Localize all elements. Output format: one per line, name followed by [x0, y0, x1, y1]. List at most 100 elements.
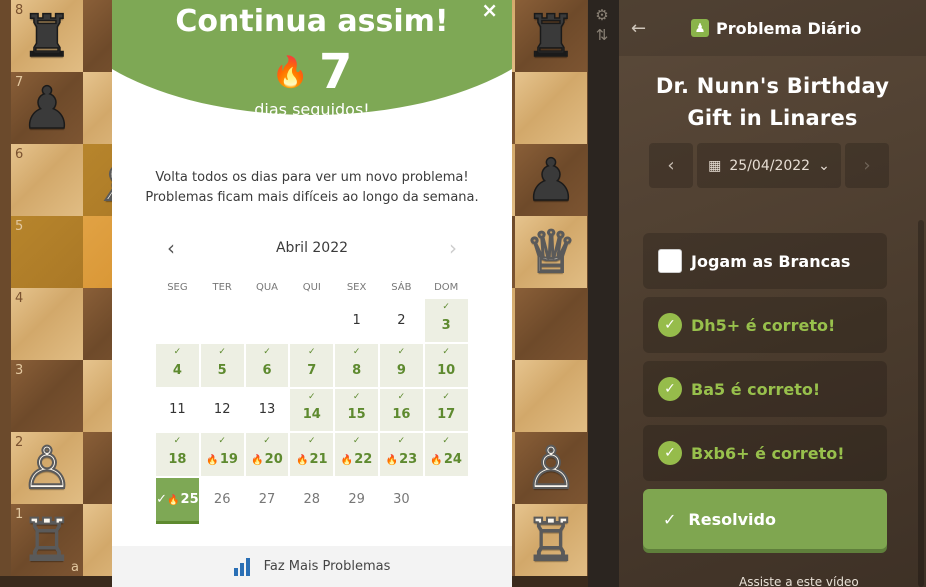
- black-piece-a8[interactable]: ♜: [20, 6, 74, 66]
- calendar-day[interactable]: 27: [246, 478, 289, 521]
- calendar-day[interactable]: ✓ 8: [335, 343, 378, 387]
- calendar-day[interactable]: ✓ 🔥21: [290, 433, 334, 477]
- square-h1[interactable]: ♖: [515, 504, 587, 576]
- board-edge: [587, 288, 588, 360]
- calendar-day[interactable]: 26: [201, 478, 244, 521]
- calendar-day[interactable]: 13: [246, 389, 289, 432]
- calendar-day[interactable]: 29: [335, 478, 378, 521]
- flame-icon: 🔥: [385, 455, 399, 467]
- calendar-empty: [290, 299, 333, 342]
- white-piece-a1[interactable]: ♖: [20, 510, 74, 570]
- calendar-day[interactable]: 11: [156, 389, 199, 432]
- description-line1: Volta todos os dias para ver um novo pro…: [155, 170, 469, 185]
- calendar-day[interactable]: ✓ 🔥20: [245, 433, 289, 477]
- calendar-day[interactable]: 1: [335, 299, 378, 342]
- flame-icon: 🔥: [430, 455, 443, 467]
- day-number-text: 3: [441, 317, 451, 333]
- calendar-day[interactable]: ✓ 9: [379, 343, 423, 387]
- square-a6[interactable]: 6: [11, 144, 83, 216]
- board-edge: [587, 432, 588, 504]
- white-piece-a2[interactable]: ♙: [20, 438, 74, 498]
- calendar-day[interactable]: ✓ 7: [290, 343, 334, 387]
- white-piece-h1[interactable]: ♖: [524, 510, 578, 570]
- square-h5[interactable]: ♕: [515, 216, 587, 288]
- calendar-day[interactable]: ✓ 14: [290, 388, 334, 432]
- arrow-left-icon[interactable]: ←: [631, 18, 661, 39]
- day-number-text: 21: [309, 452, 328, 468]
- black-piece-h6[interactable]: ♟: [524, 150, 578, 210]
- black-piece-h8[interactable]: ♜: [524, 6, 578, 66]
- white-piece-h2[interactable]: ♙: [524, 438, 578, 498]
- square-a2[interactable]: 2 ♙: [11, 432, 83, 504]
- previous-month-icon[interactable]: ‹: [167, 236, 175, 260]
- settings-icon[interactable]: ⚙: [595, 6, 608, 24]
- calendar-day[interactable]: ✓ 🔥22: [335, 433, 378, 477]
- flame-icon: 🔥: [167, 495, 180, 507]
- square-a8[interactable]: 8 ♜: [11, 0, 83, 72]
- calendar-day[interactable]: ✓ 🔥24: [424, 433, 468, 477]
- calendar-day[interactable]: ✓ 15: [335, 388, 378, 432]
- chevron-right-icon: ›: [863, 155, 871, 176]
- board-tools: ⚙ ⇅: [592, 6, 612, 44]
- square-h4[interactable]: [515, 288, 587, 360]
- square-h8[interactable]: ♜: [515, 0, 587, 72]
- more-puzzles-button[interactable]: Faz Mais Problemas: [112, 546, 512, 587]
- calendar-day[interactable]: ✓ 🔥23: [379, 433, 423, 477]
- check-icon: ✓: [352, 346, 361, 357]
- day-number: 10: [437, 363, 455, 378]
- flip-board-icon[interactable]: ⇅: [596, 26, 609, 44]
- square-h3[interactable]: [515, 360, 587, 432]
- white-piece-h5[interactable]: ♕: [524, 222, 578, 282]
- calendar-day[interactable]: 12: [201, 389, 244, 432]
- next-day-button[interactable]: ›: [845, 143, 889, 188]
- board-edge: [587, 144, 588, 216]
- board-edge: [587, 504, 588, 576]
- calendar-day[interactable]: ✓ 18: [156, 433, 199, 477]
- flame-icon: 🔥: [340, 455, 354, 467]
- more-puzzles-label: Faz Mais Problemas: [263, 559, 391, 574]
- move-step-label: Dh5+ é correto!: [691, 315, 836, 335]
- square-h2[interactable]: ♙: [515, 432, 587, 504]
- move-step: ✓ Ba5 é correto!: [643, 361, 887, 417]
- modal-title: Continua assim!: [175, 4, 449, 39]
- move-step-label: Bxb6+ é correto!: [691, 443, 845, 463]
- calendar-day[interactable]: ✓ 6: [245, 343, 289, 387]
- square-a7[interactable]: 7 ♟: [11, 72, 83, 144]
- calendar-empty: [201, 299, 244, 342]
- calendar-day[interactable]: ✓ 3: [424, 299, 468, 342]
- day-number-text: 5: [217, 362, 227, 378]
- calendar-day[interactable]: ✓ 17: [424, 388, 468, 432]
- calendar-day[interactable]: 30: [380, 478, 423, 521]
- square-a1[interactable]: 1 a ♖: [11, 504, 83, 576]
- day-number-text: 16: [392, 407, 411, 423]
- calendar-day[interactable]: ✓ 4: [156, 343, 199, 387]
- black-piece-a7[interactable]: ♟: [20, 78, 74, 138]
- next-month-icon[interactable]: ›: [449, 236, 457, 260]
- day-number-text: 17: [437, 407, 456, 423]
- date-dropdown[interactable]: ▦ 25/04/2022 ⌄: [697, 143, 841, 188]
- move-list: Jogam as Brancas ✓ Dh5+ é correto! ✓ Ba5 é c…: [643, 233, 887, 549]
- square-a5[interactable]: 5: [11, 216, 83, 288]
- square-h6[interactable]: ♟: [515, 144, 587, 216]
- calendar-day[interactable]: 2: [380, 299, 423, 342]
- check-icon: ✓: [442, 391, 450, 402]
- scrollbar[interactable]: [918, 220, 924, 587]
- weekday-label: QUI: [302, 282, 321, 293]
- day-number: 26: [213, 492, 231, 508]
- streak-modal: × Continua assim! 🔥 7 dias seguidos! Vol…: [112, 0, 512, 587]
- square-a4[interactable]: 4: [11, 288, 83, 360]
- check-icon: ✓: [352, 391, 361, 402]
- square-a3[interactable]: 3: [11, 360, 83, 432]
- solved-button[interactable]: ✓ Resolvido: [643, 489, 887, 549]
- square-h7[interactable]: [515, 72, 587, 144]
- calendar-day[interactable]: ✓ 5: [200, 343, 244, 387]
- calendar-day[interactable]: ✓ 🔥19: [200, 433, 244, 477]
- calendar-day[interactable]: ✓ 🔥25: [156, 478, 199, 521]
- watch-video-link[interactable]: Assiste a este vídeo: [739, 575, 859, 587]
- previous-day-button[interactable]: ‹: [649, 143, 693, 188]
- chevron-down-icon: ⌄: [818, 157, 830, 174]
- day-number: 🔥22: [341, 452, 373, 467]
- calendar-day[interactable]: ✓ 16: [379, 388, 423, 432]
- calendar-day[interactable]: 28: [290, 478, 333, 521]
- calendar-day[interactable]: ✓ 10: [424, 343, 468, 387]
